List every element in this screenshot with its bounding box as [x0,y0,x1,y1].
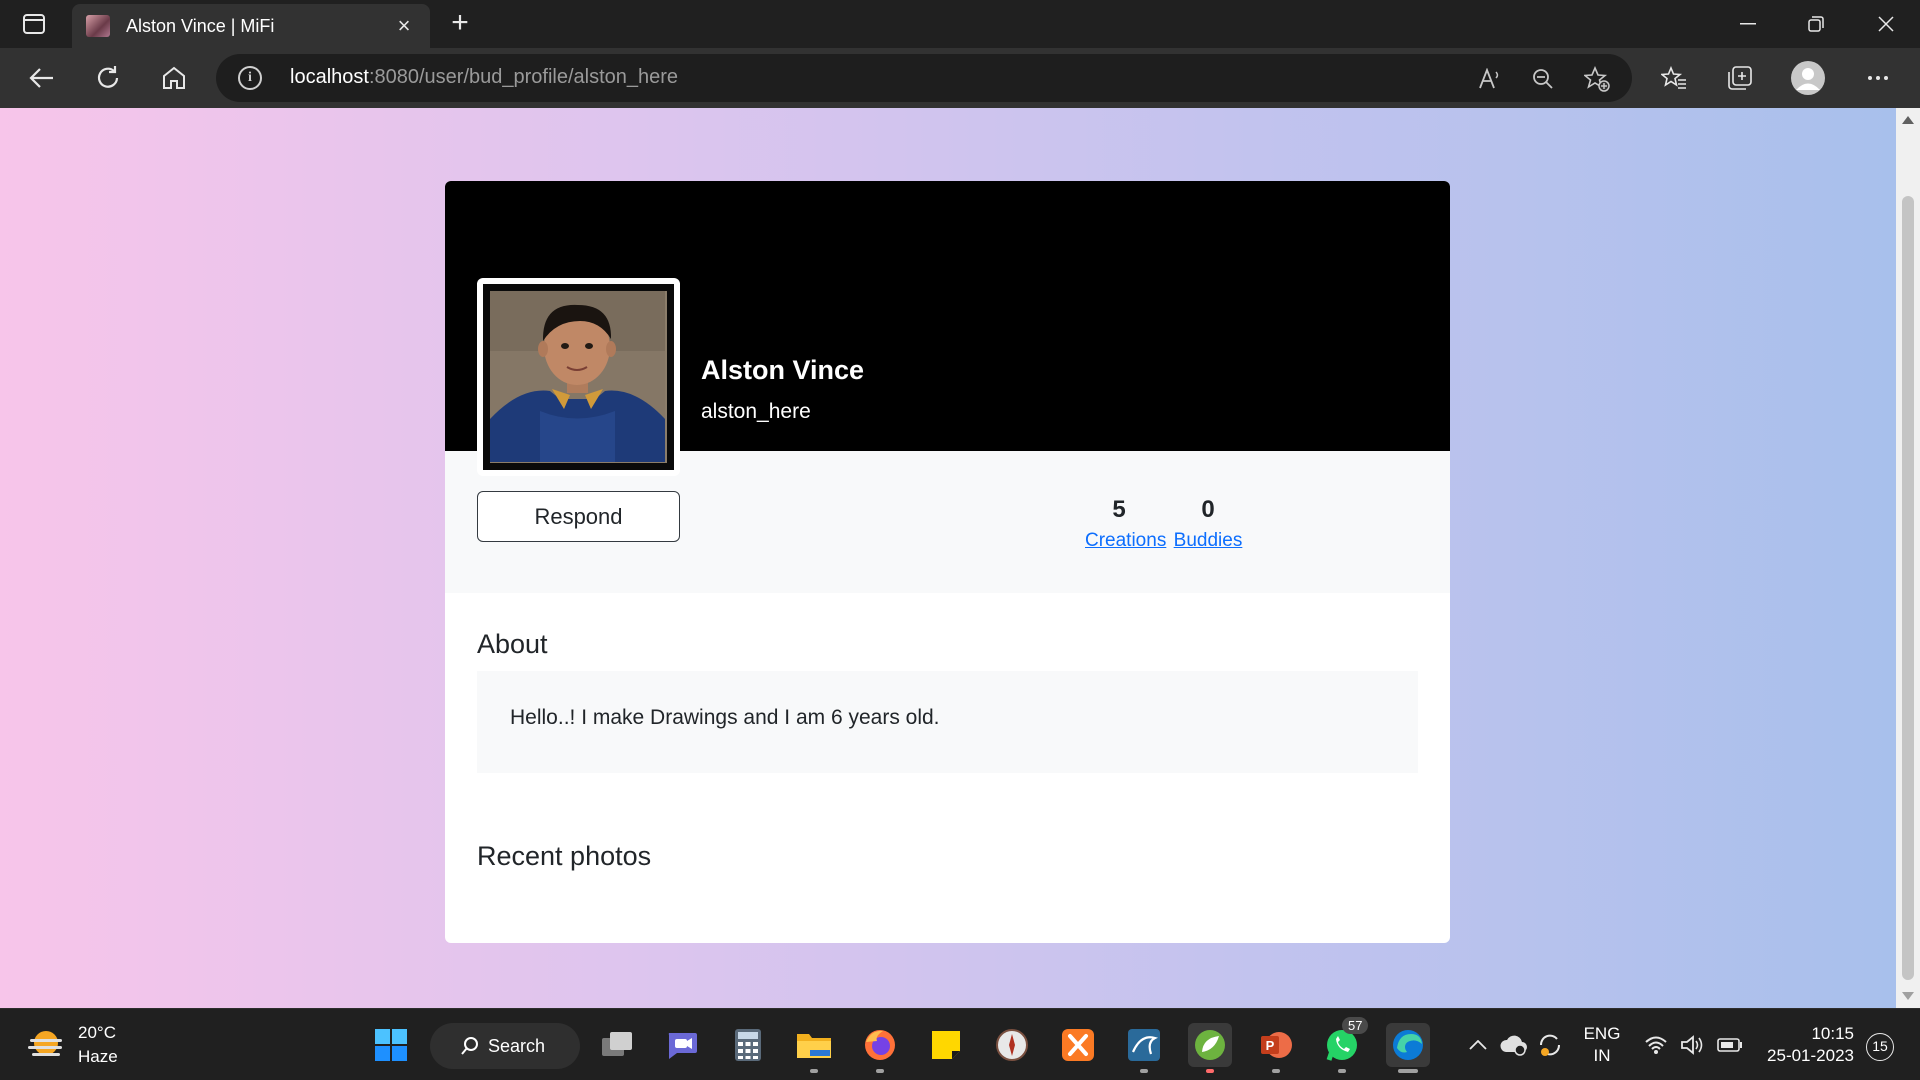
more-menu-icon[interactable] [1858,58,1898,98]
volume-icon[interactable] [1674,1023,1710,1067]
weather-desc: Haze [78,1047,118,1066]
haze-weather-icon [26,1025,66,1065]
zoom-out-icon[interactable] [1528,64,1558,94]
profile-name: Alston Vince [701,355,865,385]
edge-browser-icon[interactable] [1386,1023,1430,1073]
close-window-icon[interactable] [1852,0,1920,48]
browser-tab-bar: Alston Vince | MiFi × + [0,0,1920,48]
clock-date: 25-01-2023 [1767,1046,1854,1065]
teams-chat-icon[interactable] [660,1023,704,1067]
start-windows-icon[interactable] [369,1023,413,1067]
mysql-workbench-icon[interactable] [1122,1023,1166,1073]
weather-widget[interactable]: 20°C Haze [26,1021,118,1069]
sticky-notes-icon[interactable] [924,1023,968,1067]
spring-tool-suite-icon[interactable] [1188,1023,1232,1073]
tab-close-icon[interactable]: × [392,13,416,39]
sync-status-icon[interactable] [1528,1023,1572,1067]
notification-count-badge[interactable]: 15 [1866,1033,1894,1061]
address-bar[interactable]: i localhost:8080/user/bud_profile/alston… [216,54,1632,102]
about-box: Hello..! I make Drawings and I am 6 year… [477,671,1418,773]
refresh-icon[interactable] [88,58,128,98]
compass-app-icon[interactable] [990,1023,1034,1067]
stat-buddies: 0 Buddies [1170,496,1246,552]
firefox-icon[interactable] [858,1023,902,1073]
scroll-up-arrow-icon[interactable] [1902,116,1914,124]
profile-card: Alston Vince alston_here Respond 5 Creat… [445,181,1450,943]
avatar[interactable] [477,278,680,476]
browser-toolbar: i localhost:8080/user/bud_profile/alston… [0,48,1920,108]
browser-tab-active[interactable]: Alston Vince | MiFi × [72,4,430,48]
clock-time: 10:15 [1811,1024,1854,1043]
tab-title: Alston Vince | MiFi [126,15,275,36]
new-tab-icon[interactable]: + [444,8,476,40]
home-icon[interactable] [154,58,194,98]
restore-icon[interactable] [1782,0,1850,48]
back-arrow-icon[interactable] [22,58,62,98]
battery-icon[interactable] [1710,1023,1750,1067]
read-aloud-icon[interactable] [1475,64,1505,94]
clock[interactable]: 10:15 25-01-2023 [1756,1023,1854,1067]
tab-actions-icon[interactable] [18,12,50,36]
site-info-icon[interactable]: i [238,66,262,90]
profile-avatar-icon[interactable] [1788,58,1828,98]
whatsapp-icon[interactable]: 57 [1320,1017,1369,1073]
file-explorer-icon[interactable] [792,1023,836,1073]
calculator-icon[interactable] [726,1023,770,1067]
taskbar-search[interactable]: Search [430,1023,580,1069]
weather-temp: 20°C [78,1023,116,1042]
wifi-icon[interactable] [1638,1023,1674,1067]
xampp-icon[interactable] [1056,1023,1100,1067]
site-favicon-icon [86,15,110,37]
respond-button[interactable]: Respond [477,491,680,542]
about-text: Hello..! I make Drawings and I am 6 year… [510,706,940,729]
scroll-down-arrow-icon[interactable] [1902,992,1914,1000]
stat-creations-count: 5 [1112,496,1126,523]
page-scrollbar[interactable] [1896,108,1920,1008]
language-indicator[interactable]: ENG IN [1580,1023,1624,1067]
whatsapp-badge: 57 [1342,1017,1369,1034]
stat-buddies-count: 0 [1201,496,1215,523]
profile-username: alston_here [701,400,811,423]
task-view-icon[interactable] [595,1023,639,1067]
about-heading: About [477,629,548,659]
page-viewport: Alston Vince alston_here Respond 5 Creat… [0,108,1896,1008]
windows-taskbar: 20°C Haze Search P 57 ENG IN 10:15 25-01… [0,1008,1920,1080]
add-favorite-icon[interactable] [1582,64,1612,94]
svg-text:P: P [1266,1038,1275,1053]
avatar-photo [490,291,667,463]
creations-link[interactable]: Creations [1085,530,1166,552]
buddies-link[interactable]: Buddies [1170,530,1246,552]
minimize-icon[interactable] [1714,0,1782,48]
search-icon [461,1037,478,1055]
recent-photos-heading: Recent photos [477,841,652,871]
collections-icon[interactable] [1720,58,1760,98]
url-text[interactable]: localhost:8080/user/bud_profile/alston_h… [290,66,678,89]
favorites-icon[interactable] [1654,58,1694,98]
scroll-thumb[interactable] [1902,196,1914,980]
powerpoint-icon[interactable]: P [1254,1023,1298,1073]
stat-creations: 5 Creations [1085,496,1166,552]
